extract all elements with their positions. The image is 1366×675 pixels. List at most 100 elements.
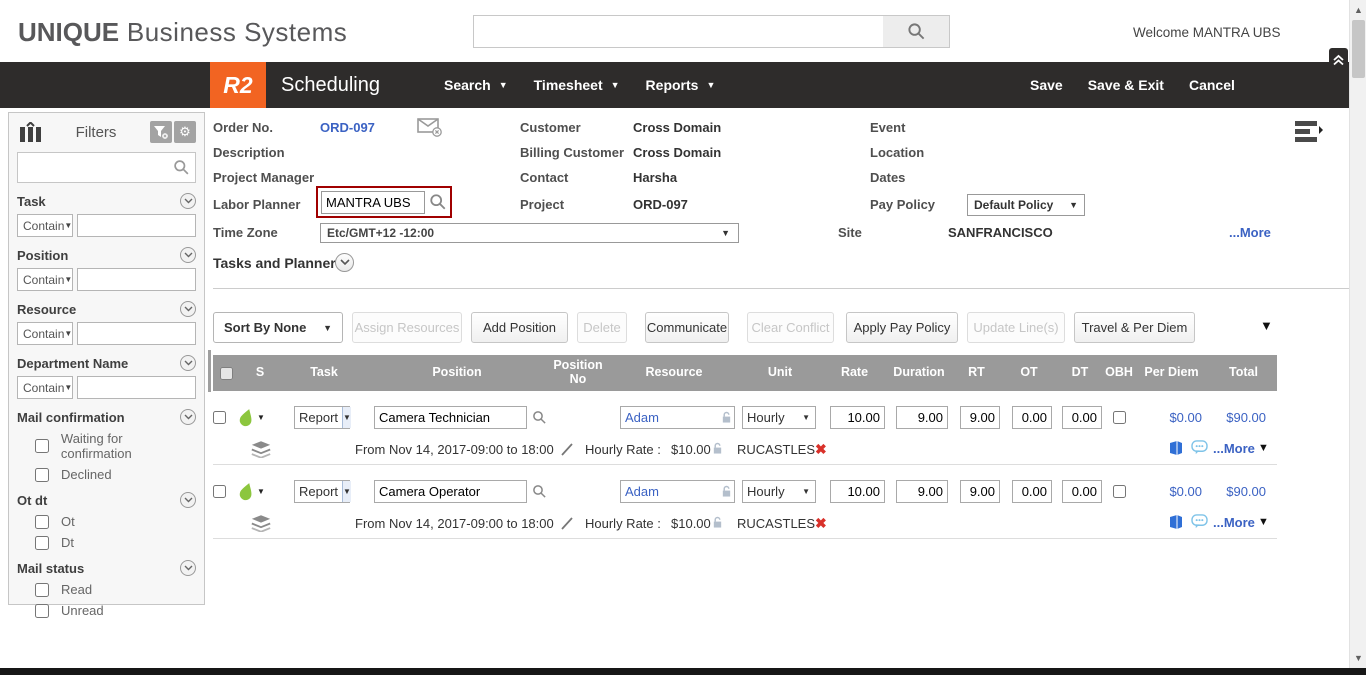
notebook-icon[interactable] (1168, 440, 1184, 456)
collapse-section-icon[interactable] (180, 193, 196, 209)
comment-bubble-icon[interactable] (1191, 514, 1208, 529)
global-search-input[interactable] (473, 15, 884, 48)
per-diem-link[interactable]: $0.00 (1169, 484, 1202, 499)
global-search-button[interactable] (883, 15, 950, 48)
sort-by-select[interactable]: Sort By None▼ (213, 312, 343, 343)
lock-icon[interactable] (712, 442, 723, 455)
row-checkbox[interactable] (213, 411, 226, 424)
search-icon[interactable] (429, 193, 447, 211)
task-select[interactable]: Report▼ (294, 480, 350, 503)
communicate-button[interactable]: Communicate (645, 312, 729, 343)
ot-input[interactable] (1012, 480, 1052, 503)
scrollbar-thumb[interactable] (1352, 20, 1365, 78)
lock-icon[interactable] (721, 485, 732, 498)
filter-input-task[interactable] (77, 214, 196, 237)
checkbox-declined[interactable] (35, 468, 49, 482)
nav-menu-search[interactable]: Search▼ (444, 77, 508, 93)
edit-pencil-icon[interactable] (560, 516, 575, 531)
collapse-section-icon[interactable] (180, 355, 196, 371)
search-icon[interactable] (532, 483, 547, 500)
tasks-collapse-icon[interactable] (335, 253, 354, 272)
apply-pay-policy-button[interactable]: Apply Pay Policy (846, 312, 958, 343)
layers-icon[interactable] (250, 515, 272, 532)
collapse-section-icon[interactable] (180, 247, 196, 263)
update-lines-button[interactable]: Update Line(s) (967, 312, 1065, 343)
status-available-icon[interactable] (236, 480, 256, 503)
status-caret-icon[interactable]: ▼ (257, 487, 265, 496)
collapse-section-icon[interactable] (180, 301, 196, 317)
collapse-panel-tab[interactable] (1329, 48, 1348, 71)
layers-icon[interactable] (250, 441, 272, 458)
search-icon[interactable] (532, 409, 547, 426)
comment-bubble-icon[interactable] (1191, 440, 1208, 455)
checkbox-waiting-confirmation[interactable] (35, 439, 49, 453)
save-button[interactable]: Save (1030, 77, 1063, 93)
filter-settings-button[interactable]: ⚙ (174, 121, 196, 143)
scrollbar-down-icon[interactable]: ▼ (1350, 650, 1366, 666)
delete-button[interactable]: Delete (577, 312, 627, 343)
notebook-icon[interactable] (1168, 514, 1184, 530)
collapse-section-icon[interactable] (180, 409, 196, 425)
unit-select[interactable]: Hourly▼ (742, 480, 816, 503)
status-available-icon[interactable] (236, 406, 256, 429)
resource-input[interactable] (620, 406, 735, 429)
collapse-section-icon[interactable] (180, 560, 196, 576)
filter-input-resource[interactable] (77, 322, 196, 345)
obh-checkbox[interactable] (1113, 485, 1126, 498)
filter-input-position[interactable] (77, 268, 196, 291)
ot-input[interactable] (1012, 406, 1052, 429)
row-more-caret-icon[interactable]: ▼ (1258, 442, 1269, 454)
rate-input[interactable] (830, 406, 885, 429)
assign-resources-button[interactable]: Assign Resources (352, 312, 462, 343)
sidebar-search-input[interactable] (17, 152, 196, 183)
per-diem-link[interactable]: $0.00 (1169, 410, 1202, 425)
mail-cancel-icon[interactable] (417, 118, 443, 137)
checkbox-dt[interactable] (35, 536, 49, 550)
rate-input[interactable] (830, 480, 885, 503)
total-link[interactable]: $90.00 (1226, 484, 1266, 499)
lock-icon[interactable] (712, 516, 723, 529)
task-select[interactable]: Report▼ (294, 406, 350, 429)
sidebar-scrollbar-thumb[interactable] (208, 350, 211, 392)
lock-icon[interactable] (721, 411, 732, 424)
row-checkbox[interactable] (213, 485, 226, 498)
filter-panel-icon[interactable] (17, 122, 44, 143)
collapse-section-icon[interactable] (180, 492, 196, 508)
checkbox-read[interactable] (35, 583, 49, 597)
filter-input-department[interactable] (77, 376, 196, 399)
status-caret-icon[interactable]: ▼ (257, 413, 265, 422)
travel-per-diem-button[interactable]: Travel & Per Diem (1074, 312, 1195, 343)
scrollbar-up-icon[interactable]: ▲ (1350, 2, 1366, 18)
total-link[interactable]: $90.00 (1226, 410, 1266, 425)
search-icon[interactable] (173, 159, 190, 176)
position-input[interactable] (374, 406, 527, 429)
checkbox-unread[interactable] (35, 604, 49, 618)
row-more-link[interactable]: ...More (1213, 515, 1255, 530)
duration-input[interactable] (896, 480, 948, 503)
labor-planner-input[interactable] (321, 191, 425, 214)
obh-checkbox[interactable] (1113, 411, 1126, 424)
time-zone-select[interactable]: Etc/GMT+12 -12:00▼ (320, 223, 739, 243)
cancel-button[interactable]: Cancel (1189, 77, 1235, 93)
resource-input[interactable] (620, 480, 735, 503)
unit-select[interactable]: Hourly▼ (742, 406, 816, 429)
remove-crew-icon[interactable]: ✖ (815, 515, 827, 532)
form-more-link[interactable]: ...More (1229, 225, 1271, 240)
menu-expand-icon[interactable] (1293, 118, 1323, 146)
row-more-caret-icon[interactable]: ▼ (1258, 516, 1269, 528)
select-all-checkbox[interactable] (220, 367, 233, 380)
position-input[interactable] (374, 480, 527, 503)
operator-select[interactable]: Contain▼ (17, 376, 73, 399)
row-more-link[interactable]: ...More (1213, 441, 1255, 456)
operator-select[interactable]: Contain▼ (17, 268, 73, 291)
checkbox-ot[interactable] (35, 515, 49, 529)
rt-input[interactable] (960, 480, 1000, 503)
toolbar-more-caret-icon[interactable]: ▼ (1260, 318, 1273, 333)
clear-filter-button[interactable] (150, 121, 172, 143)
save-exit-button[interactable]: Save & Exit (1088, 77, 1164, 93)
order-no-link[interactable]: ORD-097 (320, 120, 375, 135)
dt-input[interactable] (1062, 480, 1102, 503)
dt-input[interactable] (1062, 406, 1102, 429)
pay-policy-select[interactable]: Default Policy▼ (967, 194, 1085, 216)
rt-input[interactable] (960, 406, 1000, 429)
